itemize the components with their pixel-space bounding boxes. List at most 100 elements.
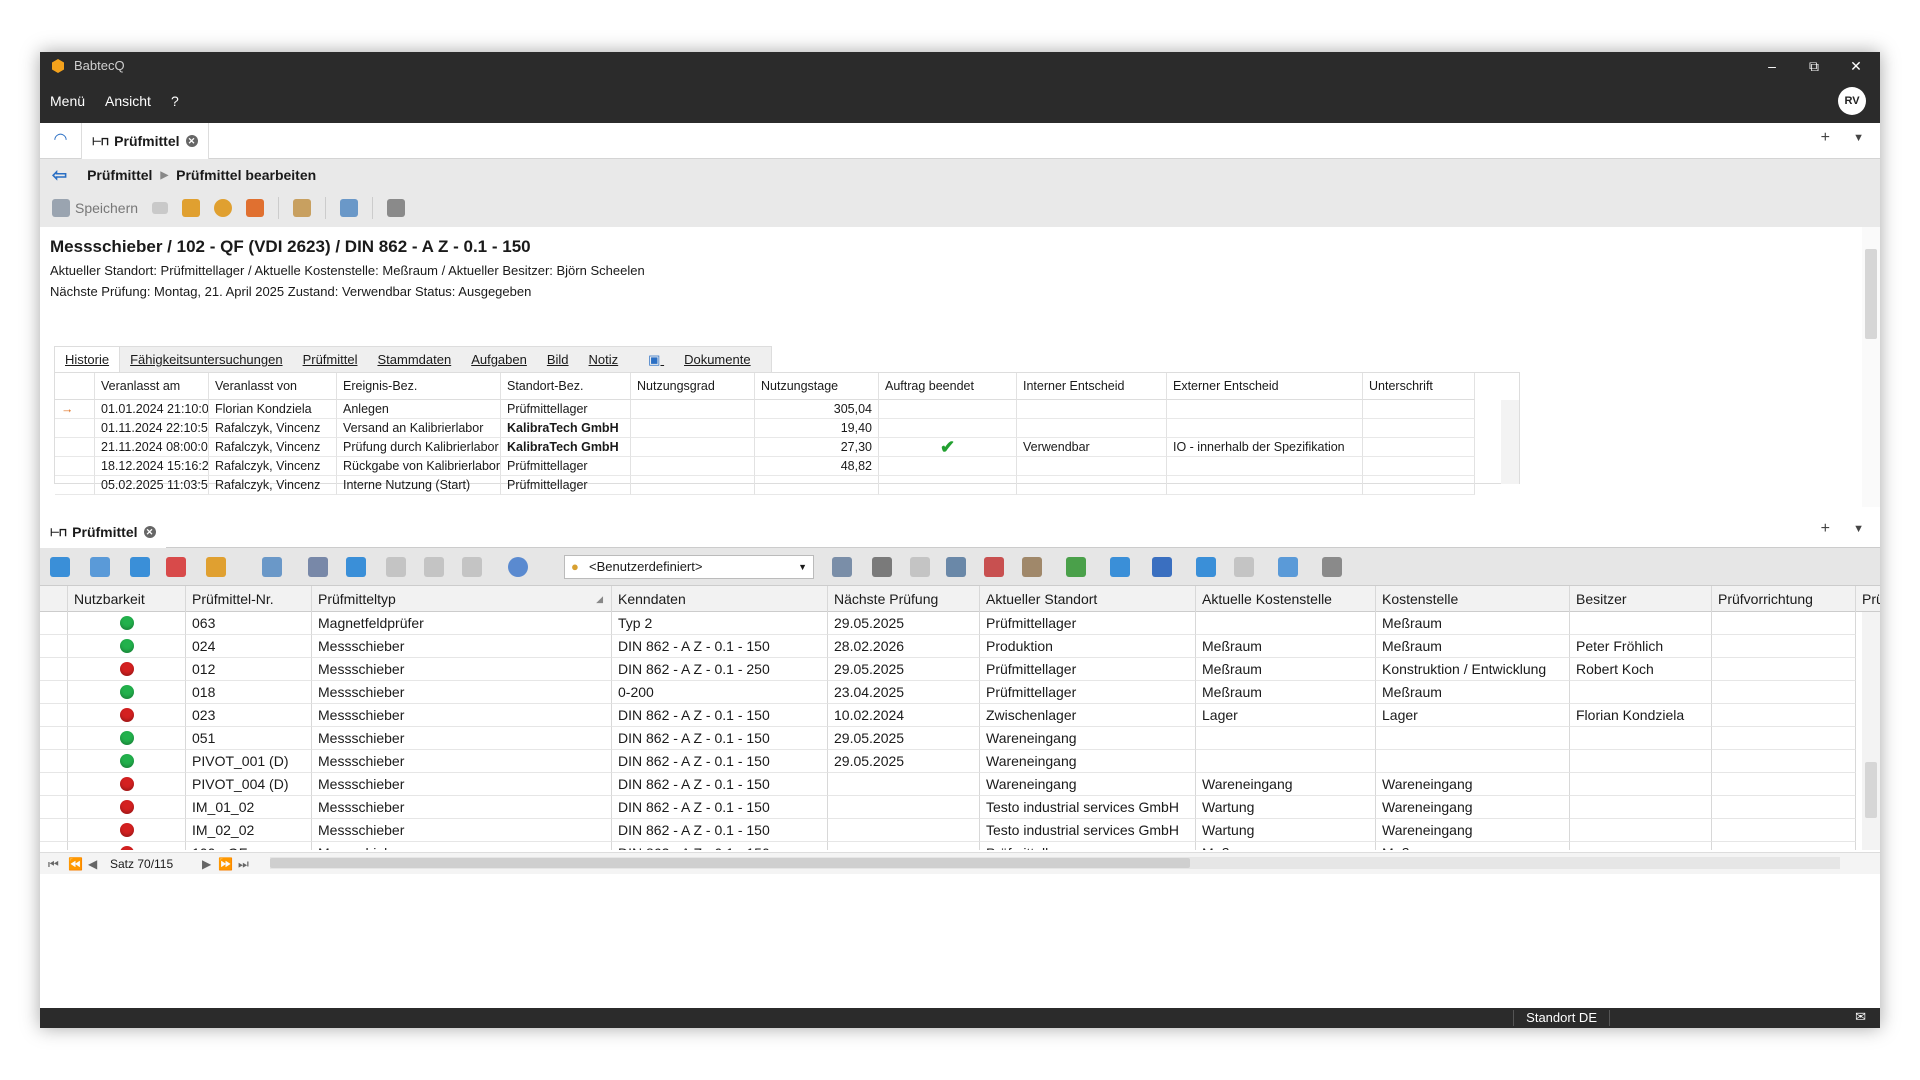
table-row[interactable]: 023 Messschieber DIN 862 - A Z - 0.1 - 150… <box>40 704 1860 727</box>
add-tab-icon[interactable]: + <box>1821 129 1830 147</box>
history-row[interactable]: 18.12.2024 15:16:22 Rafalczyk, Vincenz Rüc… <box>55 457 1515 476</box>
column-header[interactable]: Kostenstelle <box>1376 586 1570 612</box>
transfer-icon[interactable] <box>293 199 312 217</box>
list-menu-chevron-icon[interactable]: ▼ <box>1853 523 1864 535</box>
list-close-icon[interactable]: ✕ <box>143 526 156 538</box>
table-row[interactable]: IM_02_02 Messschieber DIN 862 - A Z - 0.1 … <box>40 819 1860 842</box>
column-header[interactable]: Kenndaten <box>612 586 828 612</box>
column-header[interactable]: Interner Entscheid <box>1017 373 1167 400</box>
tab-dokumente[interactable]: ▣ Dokumente <box>628 347 770 372</box>
tab-pruefmittel[interactable]: ⊢⊓ Prüfmittel ✕ <box>82 123 209 159</box>
view-filter-select[interactable]: ● <Benutzerdefiniert> ▼ <box>564 555 814 579</box>
column-header[interactable]: Prüfmitteltyp ◢ <box>312 586 612 612</box>
edit-record-icon[interactable] <box>90 557 110 577</box>
tab-historie[interactable]: Historie <box>55 347 121 372</box>
column-header[interactable]: Aktueller Standort <box>980 586 1196 612</box>
prev-record-icon[interactable]: ◀ <box>88 853 97 875</box>
minimize-button[interactable]: – <box>1752 54 1792 78</box>
layout-delete-icon[interactable] <box>1234 557 1254 577</box>
copy-record-icon[interactable] <box>130 557 150 577</box>
export-list-icon[interactable] <box>1278 557 1298 577</box>
table-row[interactable]: PIVOT_001 (D) Messschieber DIN 862 - A Z -… <box>40 750 1860 773</box>
column-header[interactable]: Standort-Bez. <box>501 373 631 400</box>
delete-object-icon[interactable] <box>246 199 265 217</box>
detail-scrollbar[interactable] <box>1862 227 1880 507</box>
column-header[interactable]: Prü <box>1856 586 1880 612</box>
menu-item-help[interactable]: ? <box>161 88 189 114</box>
column-header[interactable]: Prüfvorrichtung <box>1712 586 1856 612</box>
workflow-icon[interactable] <box>182 199 201 217</box>
cart-icon[interactable] <box>386 557 406 577</box>
cart-clear-icon[interactable] <box>462 557 482 577</box>
column-header[interactable]: Nutzbarkeit <box>68 586 186 612</box>
filter-remove-icon[interactable] <box>984 557 1004 577</box>
next-page-icon[interactable]: ⏩ <box>218 853 233 875</box>
workflow-list-icon[interactable] <box>206 557 226 577</box>
excel-export-icon[interactable] <box>1066 557 1086 577</box>
horizontal-scrollbar[interactable] <box>270 857 1840 869</box>
layout-icon[interactable] <box>1196 557 1216 577</box>
column-header[interactable]: Prüfmittel-Nr. <box>186 586 312 612</box>
new-record-icon[interactable] <box>50 557 70 577</box>
clear-filter-icon[interactable] <box>910 557 930 577</box>
dashboard-icon[interactable]: ◠ <box>40 123 82 159</box>
scrollbar-thumb[interactable] <box>1865 249 1877 339</box>
scrollbar-thumb[interactable] <box>270 858 1190 868</box>
search-object-icon[interactable] <box>214 199 233 217</box>
table-row[interactable]: 100 - QFMessschieberDIN 862 - A Z - 0.1 … <box>40 842 1860 850</box>
tab-notiz[interactable]: Notiz <box>579 347 629 372</box>
back-arrow-icon[interactable]: ⇦ <box>52 165 67 186</box>
table-row[interactable]: 063 Magnetfeldprüfer Typ 2 29.05.2025 Prüfmi… <box>40 612 1860 635</box>
menu-item-menu[interactable]: Menü <box>40 88 95 114</box>
user-avatar[interactable]: RV <box>1838 87 1866 115</box>
save-button[interactable]: Speichern <box>52 199 138 217</box>
tab-aufgaben[interactable]: Aufgaben <box>461 347 537 372</box>
cart-add-icon[interactable] <box>346 557 366 577</box>
tab-menu-chevron-icon[interactable]: ▼ <box>1853 132 1864 144</box>
delete-record-icon[interactable] <box>166 557 186 577</box>
last-record-icon[interactable]: ⏭ <box>238 853 249 875</box>
table-row[interactable]: 024 Messschieber DIN 862 - A Z - 0.1 - 150… <box>40 635 1860 658</box>
group-icon[interactable] <box>308 557 328 577</box>
close-window-button[interactable]: ✕ <box>1836 54 1876 78</box>
column-header[interactable]: Unterschrift <box>1363 373 1475 400</box>
user-filter-icon[interactable] <box>1022 557 1042 577</box>
scrollbar-thumb[interactable] <box>1865 762 1877 818</box>
print-list-icon[interactable] <box>1322 557 1342 577</box>
filter-group-icon[interactable] <box>946 557 966 577</box>
restore-button[interactable]: ⧉ <box>1794 54 1834 78</box>
tab-faehigkeitsuntersuchungen[interactable]: Fähigkeitsuntersuchungen <box>120 347 293 372</box>
cart-remove-icon[interactable] <box>424 557 444 577</box>
column-header[interactable]: Nutzungsgrad <box>631 373 755 400</box>
table-row[interactable]: PIVOT_004 (D) Messschieber DIN 862 - A Z -… <box>40 773 1860 796</box>
table-row[interactable]: 012 Messschieber DIN 862 - A Z - 0.1 - 250… <box>40 658 1860 681</box>
history-row[interactable]: 21.11.2024 08:00:00 Rafalczyk, Vincenz Prü… <box>55 438 1515 457</box>
column-header[interactable]: Veranlasst von <box>209 373 337 400</box>
list-view-icon[interactable] <box>1152 557 1172 577</box>
history-scrollbar[interactable] <box>1501 400 1519 484</box>
table-row[interactable]: 018 Messschieber 0-200 23.04.2025 Prüfmittel… <box>40 681 1860 704</box>
history-clock-icon[interactable] <box>508 557 528 577</box>
column-header[interactable]: Besitzer <box>1570 586 1712 612</box>
print-icon[interactable] <box>387 199 406 217</box>
menu-item-ansicht[interactable]: Ansicht <box>95 88 161 114</box>
table-row[interactable]: 051 Messschieber DIN 862 - A Z - 0.1 - 150… <box>40 727 1860 750</box>
tab-close-icon[interactable]: ✕ <box>185 135 198 147</box>
history-row[interactable]: → 01.01.2024 21:10:08 Florian Kondziela Anl… <box>55 400 1515 419</box>
first-record-icon[interactable]: ⏮ <box>48 853 59 875</box>
breadcrumb-parent[interactable]: Prüfmittel <box>87 167 152 183</box>
list-section-tab[interactable]: ⊢⊓ Prüfmittel ✕ <box>40 514 166 550</box>
tab-stammdaten[interactable]: Stammdaten <box>367 347 461 372</box>
column-header[interactable]: Nächste Prüfung <box>828 586 980 612</box>
refresh-icon[interactable] <box>1110 557 1130 577</box>
table-row[interactable]: IM_01_02 Messschieber DIN 862 - A Z - 0.1 … <box>40 796 1860 819</box>
tab-bild[interactable]: Bild <box>537 347 579 372</box>
history-row[interactable]: 05.02.2025 11:03:53 Rafalczyk, Vincenz Int… <box>55 476 1515 495</box>
prev-page-icon[interactable]: ⏪ <box>68 853 83 875</box>
filter-icon[interactable] <box>872 557 892 577</box>
export-icon[interactable] <box>340 199 359 217</box>
column-header[interactable]: Veranlasst am <box>95 373 209 400</box>
columns-icon[interactable] <box>832 557 852 577</box>
column-header[interactable]: Auftrag beendet <box>879 373 1017 400</box>
mail-icon[interactable]: ✉ <box>1855 1009 1866 1025</box>
